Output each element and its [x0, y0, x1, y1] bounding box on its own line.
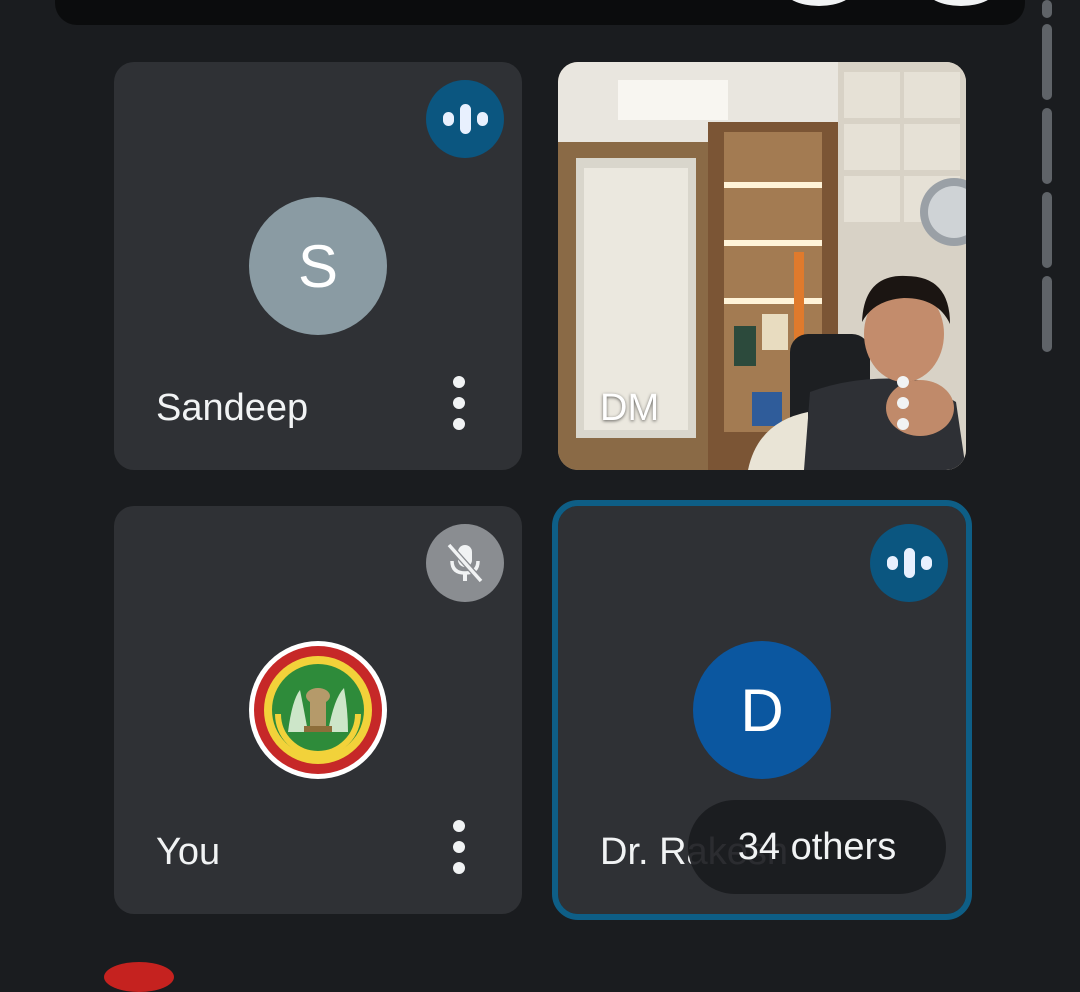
avatar: S [249, 197, 387, 335]
top-controls-bar [55, 0, 1025, 25]
avatar: D [693, 641, 831, 779]
participant-tile-sandeep[interactable]: S Sandeep [114, 62, 522, 470]
speaking-indicator-icon [426, 80, 504, 158]
speaking-indicator-icon [870, 524, 948, 602]
more-vert-icon[interactable] [452, 820, 466, 874]
scrollbar[interactable] [1042, 0, 1052, 352]
emblem-avatar-icon [249, 641, 387, 779]
participant-name: You [156, 831, 221, 873]
mic-off-icon [426, 524, 504, 602]
participant-name: DM [600, 387, 660, 429]
more-vert-icon[interactable] [896, 376, 910, 430]
top-control-button[interactable] [925, 0, 997, 6]
participant-name: Sandeep [156, 387, 309, 429]
more-vert-icon[interactable] [452, 376, 466, 430]
participant-tile-you[interactable]: You [114, 506, 522, 914]
top-control-button[interactable] [783, 0, 855, 6]
others-participants-chip[interactable]: 34 others [688, 800, 946, 894]
participant-tile-dm[interactable]: DM [558, 62, 966, 470]
leave-call-button[interactable] [104, 962, 174, 992]
